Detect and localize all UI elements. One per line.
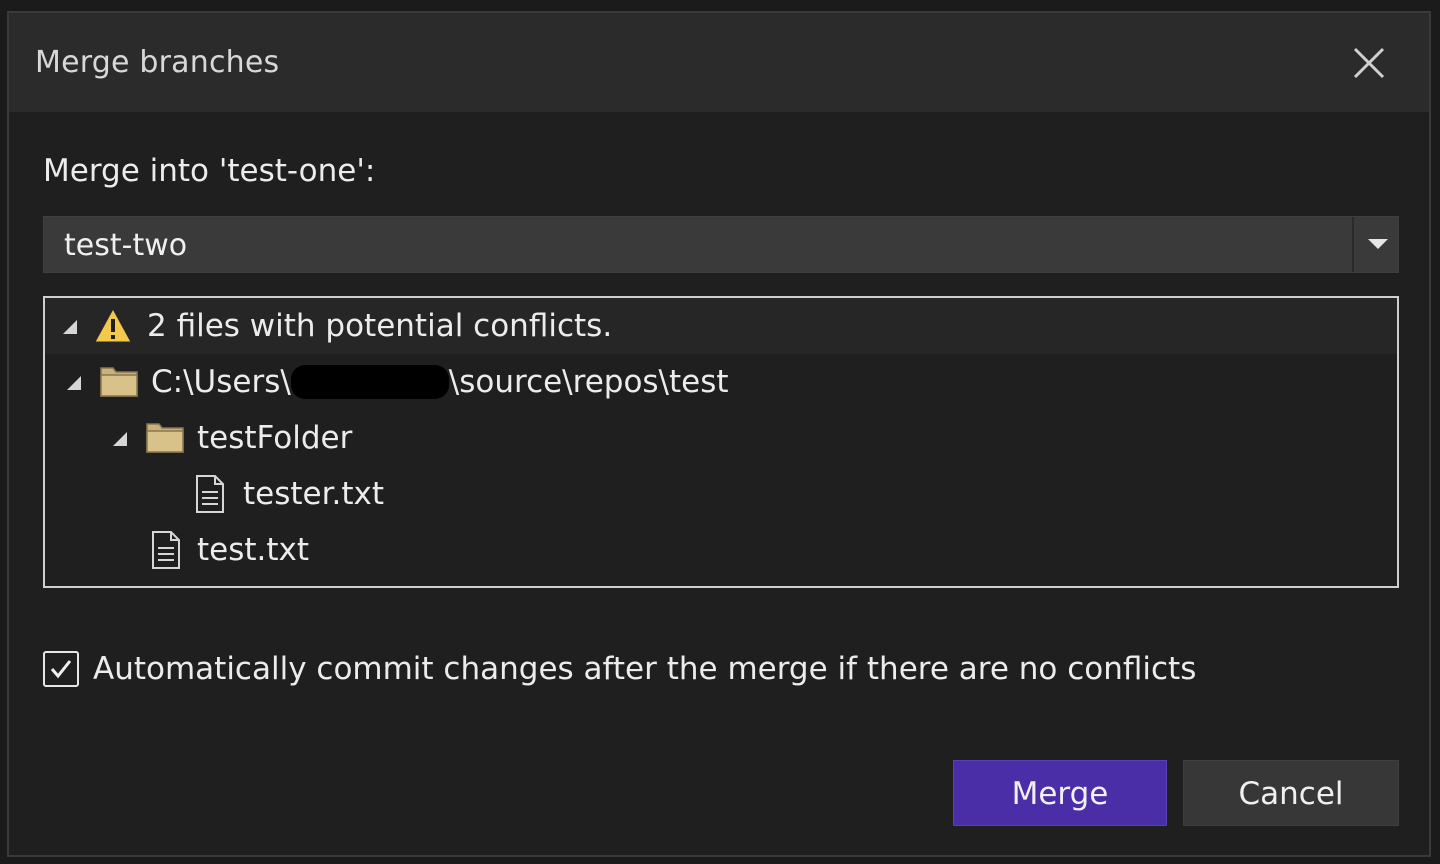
folder-icon	[146, 423, 184, 453]
chevron-down-icon[interactable]	[1366, 234, 1390, 254]
conflict-summary-text: 2 files with potential conflicts.	[147, 308, 613, 344]
expand-triangle-icon[interactable]	[111, 430, 129, 448]
warning-icon	[94, 307, 132, 343]
file-name-text: tester.txt	[243, 476, 385, 512]
expand-triangle-icon[interactable]	[61, 318, 79, 336]
repo-path-text: C:\Users\ \source\repos\test	[151, 364, 729, 403]
checkmark-icon	[50, 660, 72, 679]
folder-icon	[100, 367, 138, 397]
merge-button[interactable]: Merge	[953, 760, 1167, 826]
select-divider	[1352, 217, 1354, 272]
branch-select[interactable]: test-two	[43, 216, 1399, 273]
file-name-text: test.txt	[197, 532, 310, 568]
tree-row-folder[interactable]: testFolder	[45, 410, 1397, 466]
cancel-button[interactable]: Cancel	[1183, 760, 1399, 826]
merge-into-label: Merge into 'test-one':	[43, 153, 376, 189]
merge-branches-dialog: Merge branches Merge into 'test-one': te…	[7, 11, 1431, 857]
tree-row-file-test[interactable]: test.txt	[45, 522, 1397, 578]
tree-row-file-tester[interactable]: tester.txt	[45, 466, 1397, 522]
tree-row-summary[interactable]: 2 files with potential conflicts.	[45, 298, 1397, 354]
dialog-title: Merge branches	[35, 45, 280, 80]
close-button[interactable]	[1349, 43, 1389, 83]
auto-commit-label: Automatically commit changes after the m…	[93, 651, 1197, 687]
redacted-username	[290, 364, 449, 399]
conflicts-tree: 2 files with potential conflicts. C:\Use…	[43, 296, 1399, 588]
file-icon	[196, 475, 224, 513]
close-icon	[1353, 47, 1385, 79]
tree-row-repo[interactable]: C:\Users\ \source\repos\test	[45, 354, 1397, 410]
expand-triangle-icon[interactable]	[65, 374, 83, 392]
repo-path-prefix: C:\Users\	[151, 364, 291, 400]
branch-select-value: test-two	[64, 228, 188, 263]
repo-path-suffix: \source\repos\test	[448, 364, 729, 400]
file-icon	[152, 531, 180, 569]
auto-commit-checkbox[interactable]	[43, 651, 79, 687]
folder-name-text: testFolder	[197, 420, 353, 456]
dialog-titlebar: Merge branches	[9, 13, 1429, 112]
